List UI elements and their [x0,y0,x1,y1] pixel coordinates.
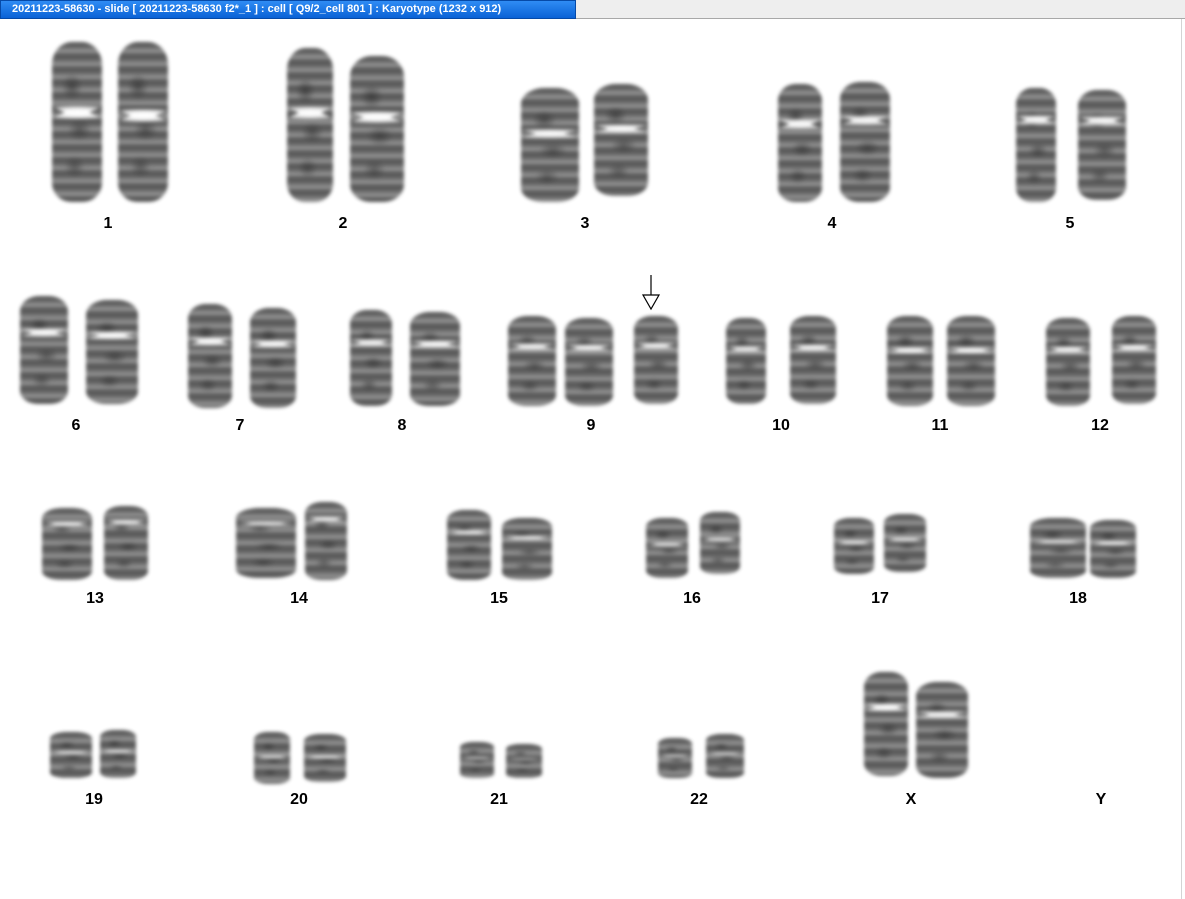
chromosome-16-2[interactable] [700,512,740,574]
chromosome-14-2[interactable] [305,502,347,580]
chromosome-21-1[interactable] [460,742,494,778]
chromosome-13-2[interactable] [104,506,148,580]
chromosome-x-1[interactable] [864,672,908,776]
chromosome-label-2: 2 [338,215,348,232]
chromosome-2-1[interactable] [287,48,333,202]
chromosome-20-1[interactable] [254,732,290,784]
chromosome-label-22: 22 [690,791,708,808]
chromosome-12-2[interactable] [1112,316,1156,404]
chromosome-label-21: 21 [490,791,508,808]
chromosome-label-15: 15 [490,590,508,607]
chromosome-9-1[interactable] [508,316,556,406]
chromosome-1-1[interactable] [52,42,102,202]
chromosome-label-10: 10 [772,417,790,434]
chromosome-6-1[interactable] [20,296,68,404]
chromosome-1-2[interactable] [118,42,168,202]
chromosome-label-9: 9 [586,417,596,434]
chromosome-9-2[interactable] [565,318,613,406]
chromosome-10-1[interactable] [726,318,766,404]
chromosome-12-1[interactable] [1046,318,1090,406]
chromosome-17-1[interactable] [834,518,874,574]
window-title-tab[interactable]: 20211223-58630 - slide [ 20211223-58630 … [0,0,576,19]
chromosome-3-2[interactable] [594,84,648,196]
chromosome-2-2[interactable] [350,56,404,202]
chromosome-3-1[interactable] [521,88,579,202]
chromosome-7-2[interactable] [250,308,296,408]
chromosome-9-3[interactable] [634,316,678,404]
chromosome-13-1[interactable] [42,508,92,580]
chromosome-22-2[interactable] [706,734,744,778]
chromosome-label-y: Y [1095,791,1107,808]
chromosome-11-2[interactable] [947,316,995,406]
chromosome-5-2[interactable] [1078,90,1126,200]
chromosome-21-2[interactable] [506,744,542,778]
chromosome-label-6: 6 [71,417,81,434]
chromosome-14-1[interactable] [236,508,296,578]
chromosome-19-2[interactable] [100,730,136,778]
chromosome-4-2[interactable] [840,82,890,202]
chromosome-10-2[interactable] [790,316,836,404]
chromosome-16-1[interactable] [646,518,688,578]
window-titlebar: 20211223-58630 - slide [ 20211223-58630 … [0,0,1185,19]
chromosome-11-1[interactable] [887,316,933,406]
chromosome-label-18: 18 [1069,590,1087,607]
down-arrow-icon [641,275,661,311]
chromosome-label-12: 12 [1091,417,1109,434]
chromosome-18-2[interactable] [1090,520,1136,578]
chromosome-4-1[interactable] [778,84,822,202]
chromosome-15-2[interactable] [502,518,552,580]
chromosome-label-7: 7 [235,417,245,434]
chromosome-label-8: 8 [397,417,407,434]
chromosome-22-1[interactable] [658,738,692,778]
chromosome-6-2[interactable] [86,300,138,404]
chromosome-label-1: 1 [103,215,113,232]
chromosome-19-1[interactable] [50,732,92,778]
chromosome-label-x: X [905,791,917,808]
chromosome-15-1[interactable] [447,510,491,580]
scroll-edge [1181,19,1182,899]
chromosome-label-11: 11 [931,417,949,434]
chromosome-5-1[interactable] [1016,88,1056,202]
chromosome-label-4: 4 [827,215,837,232]
chromosome-label-5: 5 [1065,215,1075,232]
karyotype-canvas: 1 2 3 4 5 6 7 8 9 10 11 12 13 14 15 16 17 18 19 20 21 22 X Y [0,19,1181,899]
chromosome-8-2[interactable] [410,312,460,406]
chromosome-label-19: 19 [85,791,103,808]
chromosome-label-3: 3 [580,215,590,232]
chromosome-label-13: 13 [86,590,104,607]
chromosome-17-2[interactable] [884,514,926,572]
chromosome-20-2[interactable] [304,734,346,782]
chromosome-7-1[interactable] [188,304,232,408]
chromosome-label-16: 16 [683,590,701,607]
chromosome-label-20: 20 [290,791,308,808]
chromosome-label-14: 14 [290,590,308,607]
chromosome-x-2[interactable] [916,682,968,778]
chromosome-8-1[interactable] [350,310,392,406]
chromosome-label-17: 17 [871,590,889,607]
chromosome-18-1[interactable] [1030,518,1086,578]
